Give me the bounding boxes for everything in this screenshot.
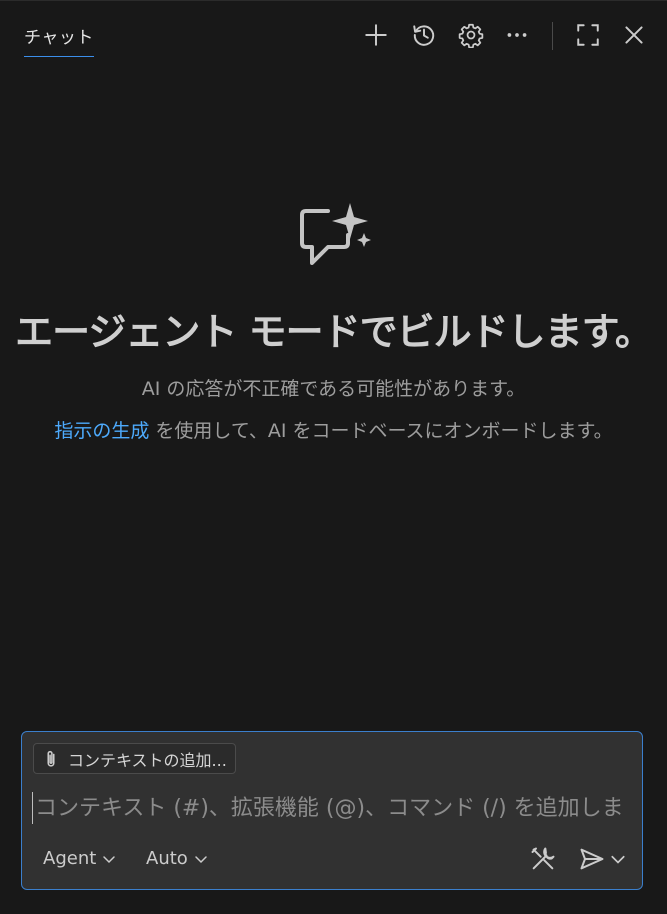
chat-input-box: コンテキストの追加... Agent Auto: [21, 731, 643, 890]
maximize-icon: [577, 24, 599, 46]
maximize-button[interactable]: [572, 19, 604, 51]
chat-panel: チャット エージェント モードでビルドします。 AI の応答が不正確である可能性…: [0, 0, 667, 914]
send-icon: [580, 848, 604, 870]
welcome-onboard-text: 指示の生成 を使用して、AI をコードベースにオンボードします。: [0, 416, 667, 443]
gear-icon: [458, 23, 484, 48]
chevron-down-icon: [195, 855, 207, 863]
history-button[interactable]: [408, 19, 440, 51]
mode-picker[interactable]: Agent: [43, 848, 116, 869]
send-button[interactable]: [574, 842, 630, 876]
chat-sparkle-icon: [300, 203, 371, 265]
tools-button[interactable]: [526, 842, 560, 876]
generate-instructions-link[interactable]: 指示の生成: [54, 420, 149, 442]
settings-button[interactable]: [455, 19, 487, 51]
chevron-down-icon[interactable]: [610, 851, 626, 867]
onboard-description: を使用して、AI をコードベースにオンボードします。: [149, 420, 613, 442]
history-icon: [413, 25, 435, 46]
new-chat-button[interactable]: [360, 19, 392, 51]
ellipsis-icon: [507, 33, 527, 37]
tools-icon: [531, 847, 555, 870]
chat-header: チャット: [0, 1, 667, 71]
add-context-button[interactable]: コンテキストの追加...: [33, 743, 236, 774]
mode-picker-label: Agent: [43, 848, 97, 869]
close-icon: [625, 26, 643, 44]
model-picker[interactable]: Auto: [146, 848, 208, 869]
add-context-label: コンテキストの追加...: [68, 750, 227, 770]
close-button[interactable]: [618, 19, 650, 51]
more-actions-button[interactable]: [501, 19, 533, 51]
chat-input[interactable]: [32, 792, 637, 824]
paperclip-icon: [47, 750, 55, 767]
chevron-down-icon: [103, 855, 116, 863]
tab-chat[interactable]: チャット: [24, 23, 94, 57]
welcome-title: エージェント モードでビルドします。: [15, 310, 653, 354]
model-picker-label: Auto: [146, 848, 188, 869]
toolbar-divider: [552, 22, 553, 50]
plus-icon: [365, 24, 387, 46]
welcome-subtitle: AI の応答が不正確である可能性があります。: [141, 378, 526, 400]
